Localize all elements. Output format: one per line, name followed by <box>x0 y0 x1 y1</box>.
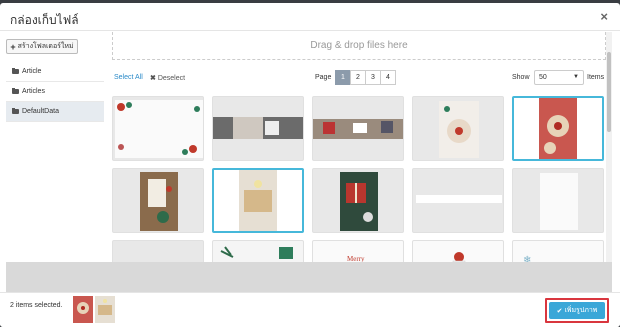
linzer-cookies-red-thumb <box>539 98 577 159</box>
deselect-link[interactable]: ✖ Deselect <box>150 74 185 82</box>
selected-thumb <box>73 296 93 323</box>
modal-header: กล่องเก็บไฟล์ × <box>0 3 620 31</box>
image-tile[interactable]: Merry <box>312 240 404 262</box>
image-tile-selected[interactable] <box>512 96 604 161</box>
create-folder-button[interactable]: + สร้างโฟลเดอร์ใหม่ <box>6 39 78 54</box>
folder-list: Article Articles DefaultData <box>6 62 104 122</box>
toolbar: Select All ✖ Deselect Page 1 2 3 4 Show … <box>112 69 606 87</box>
page-size-select[interactable]: 50 ▼ <box>534 70 584 85</box>
scroll-thumb[interactable] <box>607 52 611 132</box>
selected-thumb <box>95 296 115 323</box>
image-grid: Merry ❄ <box>112 96 606 262</box>
snowflake-card-thumb: ❄ <box>513 241 603 262</box>
image-tile[interactable] <box>112 240 204 262</box>
highlight-outline: ✔ เพิ่มรูปภาพ <box>545 298 609 323</box>
page-button-4[interactable]: 4 <box>380 70 396 85</box>
add-images-button[interactable]: ✔ เพิ่มรูปภาพ <box>549 302 605 319</box>
folder-label: DefaultData <box>22 108 59 115</box>
image-tile[interactable] <box>512 168 604 233</box>
select-all-link[interactable]: Select All <box>114 74 143 81</box>
page-size-value: 50 <box>539 74 547 81</box>
selection-count: 2 items selected. <box>10 302 63 309</box>
image-tile[interactable] <box>112 96 204 161</box>
image-tile[interactable] <box>212 240 304 262</box>
gift-box-red-thumb <box>340 172 378 231</box>
x-icon: ✖ <box>150 75 156 82</box>
image-tile[interactable]: ❄ <box>512 240 604 262</box>
white-card-thumb <box>540 173 578 230</box>
dropzone[interactable]: Drag & drop files here <box>112 32 606 60</box>
folder-label: Articles <box>22 88 45 95</box>
loading-overlay-band <box>6 262 612 292</box>
thin-banner-thumb <box>416 195 502 203</box>
create-folder-label: สร้างโฟลเดอร์ใหม่ <box>17 43 74 50</box>
image-tile[interactable] <box>312 168 404 233</box>
plus-icon: + <box>10 41 16 52</box>
folder-icon <box>12 68 19 74</box>
deselect-label: Deselect <box>157 75 186 82</box>
image-tile-selected[interactable] <box>212 168 304 233</box>
image-tile[interactable] <box>412 240 504 262</box>
cookies-tray-candle-thumb <box>239 170 277 231</box>
add-images-label: เพิ่มรูปภาพ <box>564 307 598 314</box>
modal-footer: 2 items selected. ✔ เพิ่มรูปภาพ <box>0 292 620 327</box>
page-button-2[interactable]: 2 <box>350 70 366 85</box>
merry-card-thumb: Merry <box>313 241 403 262</box>
folder-sidebar: + สร้างโฟลเดอร์ใหม่ Article Articles Def… <box>0 32 108 262</box>
santa-card-thumb <box>413 241 503 262</box>
holding-mug-knit-thumb <box>213 117 303 139</box>
image-tile[interactable] <box>312 96 404 161</box>
modal-title: กล่องเก็บไฟล์ <box>10 13 79 27</box>
svg-text:❄: ❄ <box>523 255 531 262</box>
page-button-1[interactable]: 1 <box>335 70 351 85</box>
pagination: 1 2 3 4 <box>335 70 396 85</box>
svg-text:Merry: Merry <box>347 255 365 262</box>
folder-item-defaultdata[interactable]: DefaultData <box>6 102 104 122</box>
show-label: Show <box>512 74 530 81</box>
image-tile[interactable] <box>212 96 304 161</box>
page-label: Page <box>315 74 332 81</box>
folder-item-article[interactable]: Article <box>6 62 104 82</box>
christmas-drink-berries-thumb <box>140 172 178 231</box>
page-button-3[interactable]: 3 <box>365 70 381 85</box>
check-icon: ✔ <box>556 307 563 315</box>
christmas-frame-card-thumb <box>115 100 203 158</box>
file-manager-modal: กล่องเก็บไฟล์ × + สร้างโฟลเดอร์ใหม่ Arti… <box>0 3 620 327</box>
pine-branch-gift-thumb <box>213 241 303 262</box>
folder-label: Article <box>22 68 42 75</box>
folder-open-icon <box>12 108 19 114</box>
close-button[interactable]: × <box>600 9 608 24</box>
folder-icon <box>12 88 19 94</box>
chevron-down-icon: ▼ <box>573 74 579 80</box>
image-tile[interactable] <box>112 168 204 233</box>
gifts-table-flatlay-thumb <box>313 119 403 139</box>
items-label: Items <box>587 74 605 81</box>
linzer-cookies-plate-thumb <box>439 101 479 158</box>
image-tile[interactable] <box>412 168 504 233</box>
image-tile[interactable] <box>412 96 504 161</box>
scrollbar[interactable] <box>606 32 612 262</box>
folder-item-articles[interactable]: Articles <box>6 82 104 102</box>
